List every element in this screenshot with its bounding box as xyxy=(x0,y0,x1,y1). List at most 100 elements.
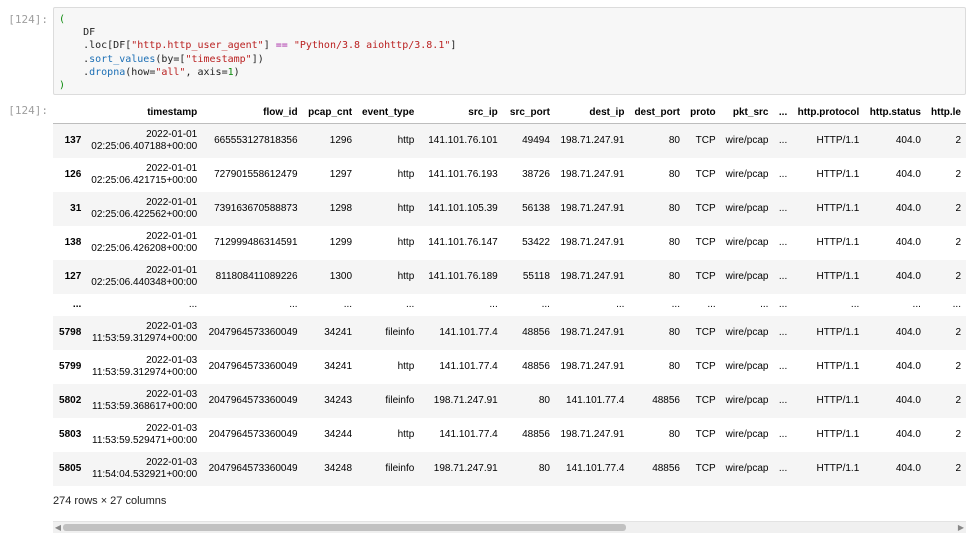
table-cell: 2 xyxy=(955,135,961,147)
table-cell: wire/pcap xyxy=(725,463,769,474)
dataframe-shape: 274 rows × 27 columns xyxy=(53,495,167,507)
table-cell: TCP xyxy=(695,271,716,282)
table-cell: 55118 xyxy=(522,271,550,282)
scroll-left-icon[interactable]: ◀ xyxy=(53,522,63,533)
table-cell: 56138 xyxy=(522,203,550,214)
table-cell: 404.0 xyxy=(895,361,921,372)
code-token: .loc[DF[ xyxy=(59,40,132,52)
code-token: ]) xyxy=(251,53,264,65)
table-cell: 141.101.76.189 xyxy=(428,271,498,282)
table-cell: 198.71.247.91 xyxy=(560,169,625,180)
timestamp-cell: 2022-01-03 11:53:59.529471+00:00 xyxy=(86,418,202,452)
table-cell: http xyxy=(397,429,415,440)
table-row: 31 2022-01-01 02:25:06.422562+00:00 7391636… xyxy=(53,191,966,226)
scrollbar-thumb[interactable] xyxy=(63,524,626,531)
table-cell: 80 xyxy=(668,327,680,338)
row-index: 5798 xyxy=(59,327,82,338)
code-token: . xyxy=(59,66,90,78)
column-header xyxy=(53,101,87,124)
table-cell: ... xyxy=(778,135,788,147)
table-cell: HTTP/1.1 xyxy=(816,361,860,372)
code-cell[interactable]: ( DF .loc[DF["http.http_user_agent"] == … xyxy=(53,7,966,95)
table-row: 137 2022-01-01 02:25:06.407188+00:00 665553… xyxy=(53,123,966,158)
table-cell: wire/pcap xyxy=(725,135,769,147)
table-cell: 34241 xyxy=(324,327,353,338)
table-cell: HTTP/1.1 xyxy=(816,327,860,338)
table-cell: wire/pcap xyxy=(725,327,769,338)
column-header: proto xyxy=(685,101,721,124)
table-cell: 1298 xyxy=(329,203,353,214)
timestamp-time: 02:25:06.426208+00:00 xyxy=(91,242,198,254)
table-row: 5805 2022-01-03 11:54:04.532921+00:00 20479… xyxy=(53,451,966,486)
code-token: "timestamp" xyxy=(185,53,252,65)
column-header: pkt_src xyxy=(720,101,774,124)
table-row: ........................................… xyxy=(53,294,966,316)
timestamp-time: 02:25:06.421715+00:00 xyxy=(91,174,198,186)
code-editor[interactable]: ( DF .loc[DF["http.http_user_agent"] == … xyxy=(54,8,965,92)
table-cell: 38726 xyxy=(522,169,550,180)
code-token: dropna xyxy=(89,66,126,78)
table-cell: 404.0 xyxy=(895,237,921,248)
code-token: ] xyxy=(263,40,276,52)
timestamp-date: ... xyxy=(188,298,198,310)
table-cell: 141.101.77.4 xyxy=(439,361,498,372)
table-cell: ... xyxy=(952,299,961,310)
table-cell: 141.101.77.4 xyxy=(439,429,498,440)
horizontal-scrollbar[interactable]: ◀ ▶ xyxy=(53,521,966,533)
table-cell: 404.0 xyxy=(895,327,921,338)
row-index: 31 xyxy=(70,203,82,214)
table-cell: ... xyxy=(778,203,788,214)
table-cell: 34248 xyxy=(324,463,353,474)
code-token: (by=[ xyxy=(155,53,186,65)
timestamp-cell: 2022-01-03 11:54:04.532921+00:00 xyxy=(86,452,202,486)
dataframe-table: timestamp flow_id pcap_cnt event_type src_ip… xyxy=(53,101,966,486)
column-header: dest_port xyxy=(629,101,685,124)
table-cell: 811808411089226 xyxy=(215,271,298,282)
table-cell: 198.71.247.91 xyxy=(560,271,625,282)
timestamp-date: 2022-01-03 xyxy=(146,388,198,400)
table-cell: 404.0 xyxy=(895,169,921,180)
code-token: "all" xyxy=(155,66,186,78)
table-cell: 2047964573360049 xyxy=(208,361,298,372)
table-cell: 48856 xyxy=(652,463,680,474)
table-cell: 34241 xyxy=(324,361,353,372)
table-cell: wire/pcap xyxy=(725,271,769,282)
table-header-row: timestamp flow_id pcap_cnt event_type src_ip… xyxy=(53,101,966,124)
table-cell: ... xyxy=(489,299,498,310)
table-cell: 48856 xyxy=(522,361,550,372)
table-cell: 198.71.247.91 xyxy=(433,463,498,474)
table-cell: HTTP/1.1 xyxy=(816,463,860,474)
table-cell: http xyxy=(397,203,415,214)
table-row: 5803 2022-01-03 11:53:59.529471+00:00 20479… xyxy=(53,418,966,452)
table-cell: 80 xyxy=(668,429,680,440)
timestamp-time: 11:54:04.532921+00:00 xyxy=(92,468,198,480)
column-header: pcap_cnt xyxy=(302,101,358,124)
timestamp-time: 11:53:59.312974+00:00 xyxy=(92,332,198,344)
timestamp-time: 02:25:06.422562+00:00 xyxy=(91,208,198,220)
table-cell: 2 xyxy=(955,169,961,180)
code-token: (how= xyxy=(125,66,156,78)
column-header: http.status xyxy=(864,101,926,124)
code-token: ) xyxy=(233,66,240,78)
scroll-right-icon[interactable]: ▶ xyxy=(956,522,966,533)
timestamp-date: 2022-01-03 xyxy=(146,422,198,434)
code-token: == xyxy=(275,40,288,52)
timestamp-time: 11:53:59.368617+00:00 xyxy=(92,400,198,412)
row-index: 127 xyxy=(64,271,82,282)
table-cell: 2 xyxy=(955,429,961,440)
timestamp-date: 2022-01-03 xyxy=(146,456,198,468)
table-cell: 198.71.247.91 xyxy=(560,203,625,214)
table-cell: ... xyxy=(778,463,788,474)
table-cell: 1296 xyxy=(329,135,353,147)
table-cell: 2047964573360049 xyxy=(208,463,298,474)
table-cell: 1300 xyxy=(329,271,353,282)
dataframe-output: timestamp flow_id pcap_cnt event_type src_ip… xyxy=(53,101,966,489)
table-cell: 2047964573360049 xyxy=(208,395,298,406)
table-cell: HTTP/1.1 xyxy=(816,429,860,440)
row-index: ... xyxy=(72,299,82,310)
table-cell: 198.71.247.91 xyxy=(560,361,625,372)
table-cell: HTTP/1.1 xyxy=(816,135,860,147)
code-token: , axis= xyxy=(185,66,228,78)
table-cell: http xyxy=(397,361,415,372)
table-cell: wire/pcap xyxy=(725,237,769,248)
